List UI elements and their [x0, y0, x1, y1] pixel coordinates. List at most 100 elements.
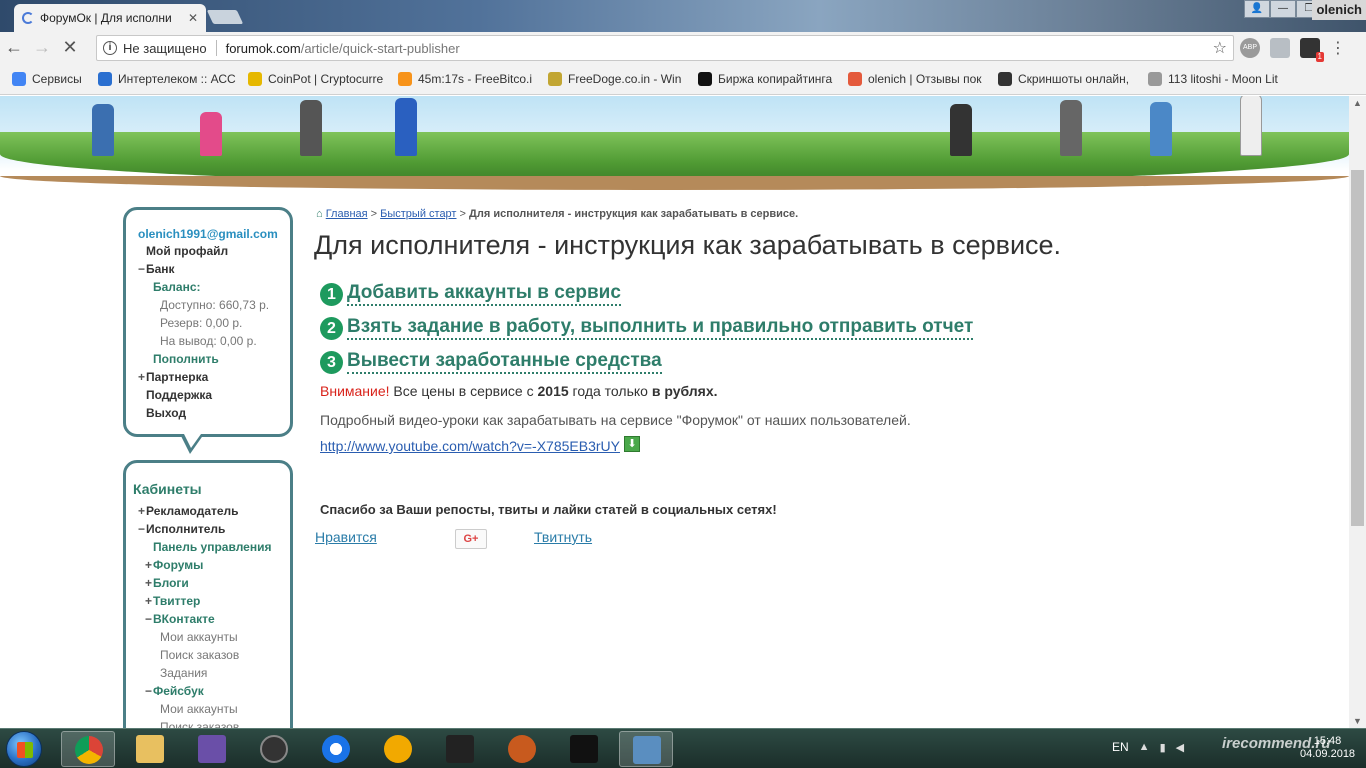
tab-close-icon[interactable]: ✕	[188, 11, 198, 25]
taskbar-explorer[interactable]	[123, 731, 177, 767]
tweet-button[interactable]: Твитнуть	[534, 529, 592, 545]
menu-facebook[interactable]: −Фейсбук	[145, 684, 204, 698]
expand-icon: +	[138, 370, 146, 384]
download-icon[interactable]: ⬇	[624, 436, 640, 452]
menu-forums[interactable]: +Форумы	[145, 558, 203, 572]
bookmark-item[interactable]: FreeDoge.co.in - Win	[548, 71, 698, 86]
menu-fb-accounts[interactable]: Мои аккаунты	[160, 702, 238, 716]
step-link-take-task[interactable]: Взять задание в работу, выполнить и прав…	[347, 316, 974, 340]
page-scrollbar[interactable]: ▲ ▼	[1349, 96, 1366, 728]
step-link-add-accounts[interactable]: Добавить аккаунты в сервис	[347, 282, 621, 306]
menu-twitter[interactable]: +Твиттер	[145, 594, 200, 608]
url-host[interactable]: forumok.com	[226, 41, 301, 56]
step-3[interactable]: 3 Вывести заработанные средства	[320, 350, 662, 374]
step-2[interactable]: 2 Взять задание в работу, выполнить и пр…	[320, 316, 974, 340]
bookmark-label: Интертелеком :: АСС	[118, 71, 236, 86]
bookmarks-bar: Сервисы Интертелеком :: АСС CoinPot | Cryp…	[0, 63, 1366, 95]
security-label[interactable]: Не защищено	[123, 41, 207, 56]
scroll-down-icon[interactable]: ▼	[1353, 716, 1362, 726]
volume-icon[interactable]: ◀	[1176, 741, 1184, 754]
menu-control-panel[interactable]: Панель управления	[153, 540, 271, 554]
menu-bank[interactable]: −Банк	[138, 262, 175, 276]
bookmark-item[interactable]: Сервисы	[12, 71, 98, 86]
balance-withdraw: На вывод: 0,00 р.	[160, 334, 257, 348]
menu-fb-search[interactable]: Поиск заказов	[160, 720, 239, 728]
shield-extension-icon[interactable]	[1270, 38, 1290, 58]
stop-button[interactable]: ✕	[56, 37, 84, 58]
window-user-name[interactable]: olenich	[1312, 0, 1366, 20]
start-button[interactable]	[6, 731, 42, 767]
video-link[interactable]: http://www.youtube.com/watch?v=-X785EB3r…	[320, 438, 620, 454]
tray-expand-icon[interactable]: ▲	[1139, 741, 1150, 753]
language-indicator[interactable]: EN	[1112, 740, 1129, 754]
bookmark-item[interactable]: Интертелеком :: АСС	[98, 71, 248, 86]
bookmark-favicon-icon	[848, 71, 862, 86]
breadcrumb-separator: >	[456, 208, 470, 220]
google-plus-button[interactable]: G+	[455, 529, 487, 549]
price-notice: Внимание! Все цены в сервисе с 2015 года…	[320, 383, 718, 399]
taskbar-app[interactable]	[371, 731, 425, 767]
breadcrumb-quickstart-link[interactable]: Быстрый старт	[380, 208, 456, 220]
browser-app-icon	[508, 735, 536, 763]
bookmark-favicon-icon	[248, 71, 262, 86]
user-email-link[interactable]: olenich1991@gmail.com	[138, 227, 278, 241]
browser-menu-icon[interactable]: ⋮	[1330, 38, 1346, 58]
menu-vk-search[interactable]: Поиск заказов	[160, 648, 239, 662]
address-bar[interactable]: i Не защищено forumok.com /article/quick…	[96, 35, 1234, 61]
bookmark-item[interactable]: CoinPot | Cryptocurre	[248, 71, 398, 86]
menu-label: ВКонтакте	[153, 612, 215, 626]
new-tab-button[interactable]	[206, 10, 244, 24]
bookmark-item[interactable]: 45m:17s - FreeBitco.i	[398, 71, 548, 86]
breadcrumb-home-link[interactable]: Главная	[326, 208, 368, 220]
browser-tab-active[interactable]: ФорумОк | Для исполни ✕	[14, 4, 206, 32]
info-icon[interactable]: i	[103, 41, 117, 55]
bookmark-item[interactable]: Скриншоты онлайн,	[998, 71, 1148, 86]
bookmark-item[interactable]: Биржа копирайтинга	[698, 71, 848, 86]
menu-label: Форумы	[153, 558, 204, 572]
windows-logo-icon	[17, 742, 33, 758]
forward-button[interactable]: →	[28, 37, 56, 58]
taskbar-app[interactable]	[247, 731, 301, 767]
scrollbar-thumb[interactable]	[1351, 170, 1364, 526]
notice-text: Все цены в сервисе с	[389, 383, 538, 399]
back-button[interactable]: ←	[0, 37, 28, 58]
menu-advertiser[interactable]: +Рекламодатель	[138, 504, 239, 518]
bookmark-item[interactable]: 113 litoshi - Moon Lit	[1148, 71, 1298, 86]
scroll-up-icon[interactable]: ▲	[1353, 98, 1362, 108]
menu-support[interactable]: Поддержка	[146, 388, 212, 402]
menu-blogs[interactable]: +Блоги	[145, 576, 189, 590]
menu-exit[interactable]: Выход	[146, 406, 186, 420]
taskbar-app[interactable]	[619, 731, 673, 767]
step-1[interactable]: 1 Добавить аккаунты в сервис	[320, 282, 621, 306]
triangle-app-icon	[384, 735, 412, 763]
minimize-button[interactable]: —	[1270, 0, 1296, 18]
like-button[interactable]: Нравится	[315, 529, 377, 545]
menu-label: Фейсбук	[153, 684, 204, 698]
adblock-extension-icon[interactable]: АВР	[1240, 38, 1260, 58]
bookmark-label: Скриншоты онлайн,	[1018, 71, 1130, 86]
menu-partner[interactable]: +Партнерка	[138, 370, 208, 384]
taskbar-app[interactable]	[309, 731, 363, 767]
bookmark-label: Сервисы	[32, 71, 82, 86]
url-path[interactable]: /article/quick-start-publisher	[301, 41, 460, 56]
bookmark-item[interactable]: olenich | Отзывы пок	[848, 71, 998, 86]
network-icon[interactable]: ▮	[1160, 741, 1166, 754]
menu-vk[interactable]: −ВКонтакте	[145, 612, 215, 626]
menu-vk-accounts[interactable]: Мои аккаунты	[160, 630, 238, 644]
step-link-withdraw[interactable]: Вывести заработанные средства	[347, 350, 662, 374]
speech-tail-inner	[184, 434, 201, 448]
menu-my-profile[interactable]: Мой профайл	[146, 244, 228, 258]
collapse-icon: −	[138, 522, 146, 536]
bookmark-star-icon[interactable]: ☆	[1213, 38, 1227, 58]
menu-executor[interactable]: −Исполнитель	[138, 522, 225, 536]
window-user-icon[interactable]: 👤	[1244, 0, 1270, 18]
game-app-icon	[446, 735, 474, 763]
taskbar-chrome[interactable]	[61, 731, 115, 767]
taskbar-app[interactable]	[557, 731, 611, 767]
notification-extension-icon[interactable]: 1	[1300, 38, 1324, 62]
taskbar-app[interactable]	[495, 731, 549, 767]
menu-vk-tasks[interactable]: Задания	[160, 666, 207, 680]
taskbar-app[interactable]	[185, 731, 239, 767]
menu-topup[interactable]: Пополнить	[153, 352, 219, 366]
taskbar-app[interactable]	[433, 731, 487, 767]
